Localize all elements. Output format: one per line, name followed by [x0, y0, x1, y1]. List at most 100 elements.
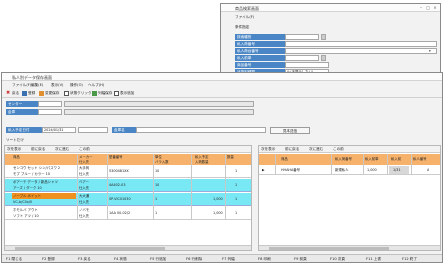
maximize-icon[interactable]: □: [425, 5, 431, 10]
update-icon[interactable]: [39, 91, 44, 96]
right-nav-next[interactable]: 次に進む: [309, 146, 323, 152]
right-nav-prev[interactable]: 前に戻る: [285, 146, 299, 152]
row1-code: 5300481XX: [109, 169, 129, 173]
toolbar-add-display[interactable]: 表示追加: [120, 90, 134, 96]
owner-name-field[interactable]: [64, 109, 254, 115]
left-grid-divider: [153, 154, 154, 220]
rrow-date: 1/31: [393, 168, 401, 172]
fkey-10[interactable]: F10 次頁: [330, 256, 345, 262]
owner-field[interactable]: [38, 109, 62, 115]
rcol-before: 私入前: [391, 157, 402, 161]
rrow-mark: A: [427, 168, 430, 172]
left-grid-header: [5, 154, 251, 165]
main-window-titlebar: 私人別データ保存画面: [2, 73, 442, 81]
col-pack: バラ入数: [155, 160, 169, 164]
row2-amt: 1: [235, 183, 238, 187]
search-type-field[interactable]: [285, 34, 319, 40]
minimize-icon[interactable]: –: [418, 5, 424, 10]
send-sample-button[interactable]: 見本送信: [270, 127, 310, 134]
fkey-4[interactable]: F4 状態: [114, 256, 127, 262]
left-nav-prev[interactable]: 前に戻る: [31, 146, 45, 152]
warehouse-name-field[interactable]: [136, 127, 266, 133]
fkey-2[interactable]: F2 登録: [42, 256, 55, 262]
left-nav-before[interactable]: この前: [79, 146, 90, 152]
search-type-extra[interactable]: [321, 34, 326, 40]
search-dialog-title: 商品検索画面: [235, 6, 259, 11]
fkey-9[interactable]: F9 前頁: [294, 256, 307, 262]
fkey-3[interactable]: F3 戻る: [78, 256, 91, 262]
col-maker: メーカー: [79, 155, 93, 159]
fkey-8[interactable]: F8 印刷: [258, 256, 271, 262]
fkey-1[interactable]: F1 閉じる: [6, 256, 22, 262]
right-nav-first[interactable]: 次を表示: [261, 146, 275, 152]
menu-view[interactable]: 表示(V): [51, 82, 63, 88]
toolbar-register[interactable]: 登録: [28, 90, 35, 96]
right-grid-scrollbar[interactable]: [259, 245, 440, 250]
row3-amt: 1: [235, 197, 238, 201]
toolbar-back[interactable]: 戻る: [12, 90, 19, 96]
product-number-field[interactable]: [285, 62, 329, 68]
row4-qty: 1,000: [213, 211, 223, 215]
row4-unit: 1: [155, 211, 158, 215]
search-row-label-3: 私人荷台番号: [235, 48, 285, 54]
row4-name2: ソフト アツ / 10: [13, 214, 39, 218]
col-unit: 単位: [155, 155, 162, 159]
rrow-code: 新規私人: [335, 168, 349, 172]
dropdown-arrow-icon[interactable]: ▾: [429, 49, 431, 53]
scrollbar-thumb[interactable]: [15, 247, 165, 250]
row2-name2: アーズ / ダーク 10: [13, 186, 42, 190]
toolbar-change-save[interactable]: 変更保存: [45, 90, 59, 96]
row4-code: 1AA 00-02/2: [109, 211, 131, 215]
fkey-5[interactable]: F5 行追加: [150, 256, 166, 262]
close-icon[interactable]: ×: [432, 5, 438, 10]
right-grid-divider: [275, 154, 276, 175]
row2-unit: 10: [155, 183, 160, 187]
right-grid-divider: [387, 154, 388, 175]
check-icon[interactable]: [64, 91, 69, 96]
receipt-unit-extra[interactable]: [321, 55, 326, 61]
row2-vendor: ベアー: [79, 180, 89, 184]
menu-help[interactable]: ヘルプ(H): [88, 82, 104, 88]
search-row-label-5: 商品番号: [235, 62, 285, 68]
col-planned: 私入予定: [195, 155, 209, 159]
date-field[interactable]: 2024/01/31: [42, 127, 76, 133]
col-received: 入荷数量: [195, 160, 209, 164]
receipt-unit-field[interactable]: [285, 55, 319, 61]
fkey-7[interactable]: F7 列幅: [222, 256, 235, 262]
scrollbar-thumb[interactable]: [269, 247, 389, 250]
main-window-title: 私人別データ保存画面: [12, 75, 52, 80]
left-grid-divider: [225, 154, 226, 220]
receipt-slip-field[interactable]: [285, 48, 437, 54]
left-grid-scrollbar[interactable]: [5, 245, 251, 250]
add-display-icon[interactable]: [114, 91, 119, 96]
save-icon[interactable]: [22, 91, 27, 96]
sender-field[interactable]: [38, 101, 62, 107]
menu-edit[interactable]: 編集(E): [31, 82, 43, 88]
sender-name-field[interactable]: [64, 101, 254, 107]
search-dialog-menu-file[interactable]: ファイル(F): [235, 14, 254, 20]
rcol-unit-price: 私入前単: [365, 157, 379, 161]
toolbar-status-click[interactable]: 状態クリック: [70, 90, 92, 96]
row3-unit: 1: [155, 197, 158, 201]
row3-qty: 1,000: [213, 197, 223, 201]
menu-operate[interactable]: 操作(O): [70, 82, 83, 88]
receipt-number-field[interactable]: [285, 41, 437, 47]
right-nav-before[interactable]: この前: [333, 146, 344, 152]
menu-file[interactable]: ファイル(F): [12, 82, 31, 88]
fkey-11[interactable]: F11 上書: [366, 256, 381, 262]
toolbar-column-save[interactable]: 列幅保存: [98, 90, 112, 96]
right-grid-divider: [331, 154, 332, 175]
main-window: 私人別データ保存画面 ファイル(F) 編集(E) 表示(V) 操作(O) ヘルプ…: [1, 72, 443, 263]
date-extra-field[interactable]: [78, 127, 108, 133]
fkey-12[interactable]: F12 終了: [402, 256, 417, 262]
toolbar: ✖ 戻る 登録 変更保存 状態クリック 列幅保存 表示追加: [2, 89, 442, 98]
rrow-qty: 1,000: [367, 168, 377, 172]
owner-label: 倉庫: [6, 109, 38, 115]
back-icon[interactable]: ✖: [6, 91, 11, 96]
left-nav-next[interactable]: 次に進む: [55, 146, 69, 152]
row4-vendor2: 仕入先: [79, 214, 90, 218]
column-icon[interactable]: [92, 91, 97, 96]
fkey-6[interactable]: F6 行削除: [186, 256, 202, 262]
row3-vendor2: 仕入先: [79, 200, 90, 204]
left-nav-first[interactable]: 次を表示: [7, 146, 21, 152]
